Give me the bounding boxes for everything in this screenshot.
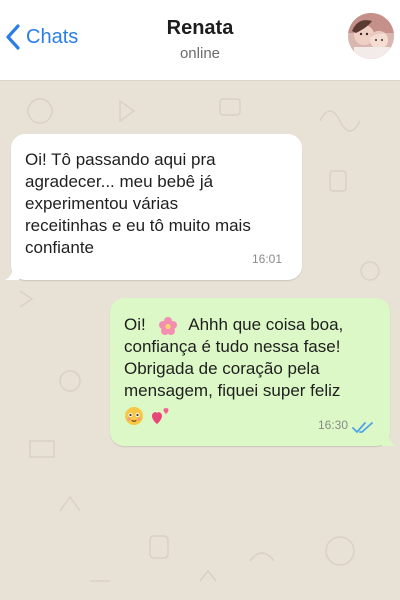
flower-emoji-icon [159, 316, 178, 335]
message-line: Obrigada de coração pela [124, 359, 320, 378]
outgoing-message-bubble[interactable]: Oi! Ahhh que coisa boa, confiança é tudo… [110, 298, 396, 446]
bubble-tail-outgoing [382, 432, 396, 446]
hearts-emoji-icon [151, 407, 169, 424]
message-line: Oi! Tô passando aqui pra [25, 150, 216, 169]
message-text: Oi! Tô passando aqui pra agradecer... me… [25, 149, 290, 259]
smiling-face-emoji-icon [125, 406, 143, 425]
message-line: Ahhh que coisa boa, [188, 315, 344, 334]
bubble-tail-incoming [5, 266, 19, 280]
message-line-first: Oi! Ahhh que coisa boa, [124, 314, 378, 336]
message-timestamp: 16:01 [251, 252, 282, 266]
contact-photo-icon [348, 13, 394, 59]
read-receipt-double-check-icon [352, 422, 373, 433]
chat-header: Chats Renata online [0, 0, 400, 81]
avatar[interactable] [348, 13, 394, 59]
message-line: confiante [25, 238, 94, 257]
incoming-message-bubble[interactable]: Oi! Tô passando aqui pra agradecer... me… [5, 134, 302, 280]
contact-status: online [179, 45, 221, 62]
message-line: mensagem, fiquei super feliz [124, 381, 341, 400]
message-text: Oi! Ahhh que coisa boa, confiança é tudo… [124, 314, 378, 426]
message-line: Oi! [124, 315, 146, 334]
message-line: receitinhas e eu tô muito mais [25, 216, 251, 235]
message-timestamp: 16:30 [317, 418, 348, 432]
message-line: experimentou várias [25, 194, 179, 213]
contact-name[interactable]: Renata [0, 17, 400, 40]
message-line: confiança é tudo nessa fase! [124, 337, 341, 356]
message-line: agradecer... meu bebê já [25, 172, 214, 191]
